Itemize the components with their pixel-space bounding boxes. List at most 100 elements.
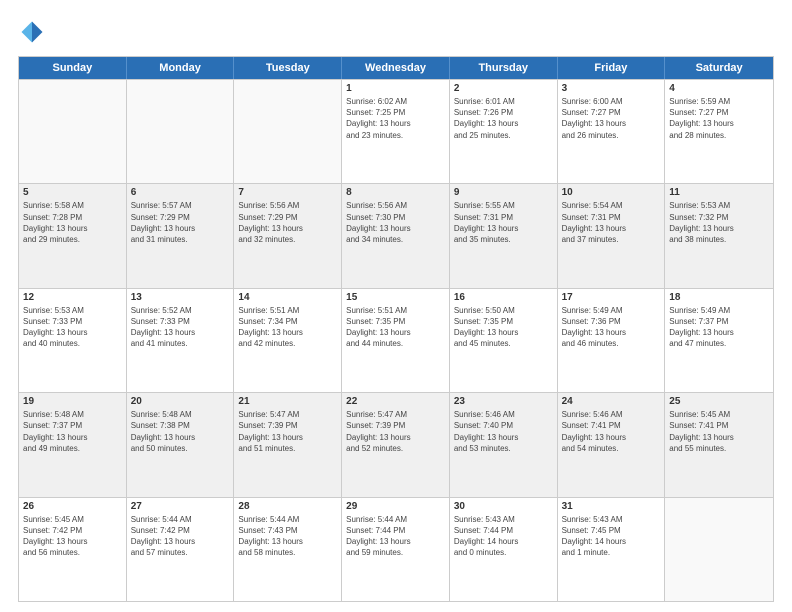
day-number: 19: [23, 396, 122, 407]
day-info: Sunrise: 5:52 AM Sunset: 7:33 PM Dayligh…: [131, 305, 230, 350]
day-info: Sunrise: 5:47 AM Sunset: 7:39 PM Dayligh…: [238, 409, 337, 454]
day-number: 6: [131, 187, 230, 198]
day-info: Sunrise: 5:45 AM Sunset: 7:42 PM Dayligh…: [23, 514, 122, 559]
day-info: Sunrise: 5:46 AM Sunset: 7:40 PM Dayligh…: [454, 409, 553, 454]
calendar-cell: 22 Sunrise: 5:47 AM Sunset: 7:39 PM Dayli…: [342, 393, 450, 496]
day-info: Sunrise: 5:44 AM Sunset: 7:42 PM Dayligh…: [131, 514, 230, 559]
calendar-cell: 23Sunrise: 5:46 AM Sunset: 7:40 PM Dayli…: [450, 393, 558, 496]
day-info: Sunrise: 5:48 AM Sunset: 7:37 PM Dayligh…: [23, 409, 122, 454]
day-info: Sunrise: 5:47 AM Sunset: 7:39 PM Dayligh…: [346, 409, 445, 454]
calendar-cell: [234, 80, 342, 183]
calendar-cell: 16Sunrise: 5:50 AM Sunset: 7:35 PM Dayli…: [450, 289, 558, 392]
calendar-cell: 19 Sunrise: 5:48 AM Sunset: 7:37 PM Dayli…: [19, 393, 127, 496]
calendar-week: 26 Sunrise: 5:45 AM Sunset: 7:42 PM Dayli…: [19, 497, 773, 601]
day-info: Sunrise: 5:49 AM Sunset: 7:36 PM Dayligh…: [562, 305, 661, 350]
day-number: 18: [669, 292, 769, 303]
calendar-cell: 9Sunrise: 5:55 AM Sunset: 7:31 PM Daylig…: [450, 184, 558, 287]
calendar-header-cell: Tuesday: [234, 57, 342, 79]
day-number: 10: [562, 187, 661, 198]
day-info: Sunrise: 5:58 AM Sunset: 7:28 PM Dayligh…: [23, 200, 122, 245]
calendar-header-cell: Saturday: [665, 57, 773, 79]
day-info: Sunrise: 5:49 AM Sunset: 7:37 PM Dayligh…: [669, 305, 769, 350]
calendar-header-cell: Sunday: [19, 57, 127, 79]
calendar-cell: 25 Sunrise: 5:45 AM Sunset: 7:41 PM Dayli…: [665, 393, 773, 496]
calendar-header-cell: Friday: [558, 57, 666, 79]
day-info: Sunrise: 5:50 AM Sunset: 7:35 PM Dayligh…: [454, 305, 553, 350]
calendar: SundayMondayTuesdayWednesdayThursdayFrid…: [18, 56, 774, 602]
calendar-cell: 14 Sunrise: 5:51 AM Sunset: 7:34 PM Dayli…: [234, 289, 342, 392]
calendar-header-cell: Thursday: [450, 57, 558, 79]
day-number: 17: [562, 292, 661, 303]
day-number: 20: [131, 396, 230, 407]
day-number: 11: [669, 187, 769, 198]
day-info: Sunrise: 5:56 AM Sunset: 7:30 PM Dayligh…: [346, 200, 445, 245]
calendar-cell: 21 Sunrise: 5:47 AM Sunset: 7:39 PM Dayli…: [234, 393, 342, 496]
day-number: 8: [346, 187, 445, 198]
day-number: 2: [454, 83, 553, 94]
day-number: 21: [238, 396, 337, 407]
calendar-body: 1Sunrise: 6:02 AM Sunset: 7:25 PM Daylig…: [19, 79, 773, 601]
day-number: 29: [346, 501, 445, 512]
day-number: 26: [23, 501, 122, 512]
day-number: 24: [562, 396, 661, 407]
day-info: Sunrise: 5:46 AM Sunset: 7:41 PM Dayligh…: [562, 409, 661, 454]
calendar-header-cell: Monday: [127, 57, 235, 79]
logo: [18, 18, 50, 46]
calendar-cell: 27 Sunrise: 5:44 AM Sunset: 7:42 PM Dayli…: [127, 498, 235, 601]
day-info: Sunrise: 5:53 AM Sunset: 7:33 PM Dayligh…: [23, 305, 122, 350]
day-info: Sunrise: 5:45 AM Sunset: 7:41 PM Dayligh…: [669, 409, 769, 454]
day-number: 25: [669, 396, 769, 407]
day-info: Sunrise: 5:54 AM Sunset: 7:31 PM Dayligh…: [562, 200, 661, 245]
day-number: 30: [454, 501, 553, 512]
calendar-week: 19 Sunrise: 5:48 AM Sunset: 7:37 PM Dayli…: [19, 392, 773, 496]
calendar-cell: 24 Sunrise: 5:46 AM Sunset: 7:41 PM Dayli…: [558, 393, 666, 496]
calendar-cell: 28Sunrise: 5:44 AM Sunset: 7:43 PM Dayli…: [234, 498, 342, 601]
day-number: 31: [562, 501, 661, 512]
calendar-cell: 4 Sunrise: 5:59 AM Sunset: 7:27 PM Daylig…: [665, 80, 773, 183]
calendar-cell: 3Sunrise: 6:00 AM Sunset: 7:27 PM Daylig…: [558, 80, 666, 183]
day-info: Sunrise: 5:44 AM Sunset: 7:43 PM Dayligh…: [238, 514, 337, 559]
day-info: Sunrise: 5:43 AM Sunset: 7:44 PM Dayligh…: [454, 514, 553, 559]
day-info: Sunrise: 5:48 AM Sunset: 7:38 PM Dayligh…: [131, 409, 230, 454]
calendar-cell: 12Sunrise: 5:53 AM Sunset: 7:33 PM Dayli…: [19, 289, 127, 392]
calendar-week: 12Sunrise: 5:53 AM Sunset: 7:33 PM Dayli…: [19, 288, 773, 392]
calendar-cell: 26 Sunrise: 5:45 AM Sunset: 7:42 PM Dayli…: [19, 498, 127, 601]
calendar-cell: [127, 80, 235, 183]
calendar-cell: 8 Sunrise: 5:56 AM Sunset: 7:30 PM Daylig…: [342, 184, 450, 287]
day-info: Sunrise: 5:53 AM Sunset: 7:32 PM Dayligh…: [669, 200, 769, 245]
day-info: Sunrise: 5:57 AM Sunset: 7:29 PM Dayligh…: [131, 200, 230, 245]
calendar-header: SundayMondayTuesdayWednesdayThursdayFrid…: [19, 57, 773, 79]
calendar-cell: 2Sunrise: 6:01 AM Sunset: 7:26 PM Daylig…: [450, 80, 558, 183]
day-number: 27: [131, 501, 230, 512]
page: SundayMondayTuesdayWednesdayThursdayFrid…: [0, 0, 792, 612]
day-number: 22: [346, 396, 445, 407]
day-info: Sunrise: 5:55 AM Sunset: 7:31 PM Dayligh…: [454, 200, 553, 245]
day-number: 7: [238, 187, 337, 198]
day-info: Sunrise: 5:59 AM Sunset: 7:27 PM Dayligh…: [669, 96, 769, 141]
day-number: 1: [346, 83, 445, 94]
calendar-cell: [19, 80, 127, 183]
calendar-cell: 11 Sunrise: 5:53 AM Sunset: 7:32 PM Dayli…: [665, 184, 773, 287]
day-info: Sunrise: 6:00 AM Sunset: 7:27 PM Dayligh…: [562, 96, 661, 141]
calendar-cell: 29 Sunrise: 5:44 AM Sunset: 7:44 PM Dayli…: [342, 498, 450, 601]
day-number: 14: [238, 292, 337, 303]
day-number: 15: [346, 292, 445, 303]
day-number: 4: [669, 83, 769, 94]
day-info: Sunrise: 5:44 AM Sunset: 7:44 PM Dayligh…: [346, 514, 445, 559]
calendar-cell: 15 Sunrise: 5:51 AM Sunset: 7:35 PM Dayli…: [342, 289, 450, 392]
logo-icon: [18, 18, 46, 46]
calendar-cell: 18 Sunrise: 5:49 AM Sunset: 7:37 PM Dayli…: [665, 289, 773, 392]
day-number: 5: [23, 187, 122, 198]
calendar-cell: 5 Sunrise: 5:58 AM Sunset: 7:28 PM Daylig…: [19, 184, 127, 287]
calendar-week: 1Sunrise: 6:02 AM Sunset: 7:25 PM Daylig…: [19, 79, 773, 183]
day-info: Sunrise: 5:51 AM Sunset: 7:35 PM Dayligh…: [346, 305, 445, 350]
day-number: 13: [131, 292, 230, 303]
calendar-cell: 10 Sunrise: 5:54 AM Sunset: 7:31 PM Dayli…: [558, 184, 666, 287]
day-info: Sunrise: 5:56 AM Sunset: 7:29 PM Dayligh…: [238, 200, 337, 245]
calendar-cell: 6 Sunrise: 5:57 AM Sunset: 7:29 PM Daylig…: [127, 184, 235, 287]
calendar-cell: 17 Sunrise: 5:49 AM Sunset: 7:36 PM Dayli…: [558, 289, 666, 392]
calendar-cell: 20 Sunrise: 5:48 AM Sunset: 7:38 PM Dayli…: [127, 393, 235, 496]
calendar-cell: 1Sunrise: 6:02 AM Sunset: 7:25 PM Daylig…: [342, 80, 450, 183]
day-info: Sunrise: 5:51 AM Sunset: 7:34 PM Dayligh…: [238, 305, 337, 350]
calendar-cell: 30 Sunrise: 5:43 AM Sunset: 7:44 PM Dayli…: [450, 498, 558, 601]
